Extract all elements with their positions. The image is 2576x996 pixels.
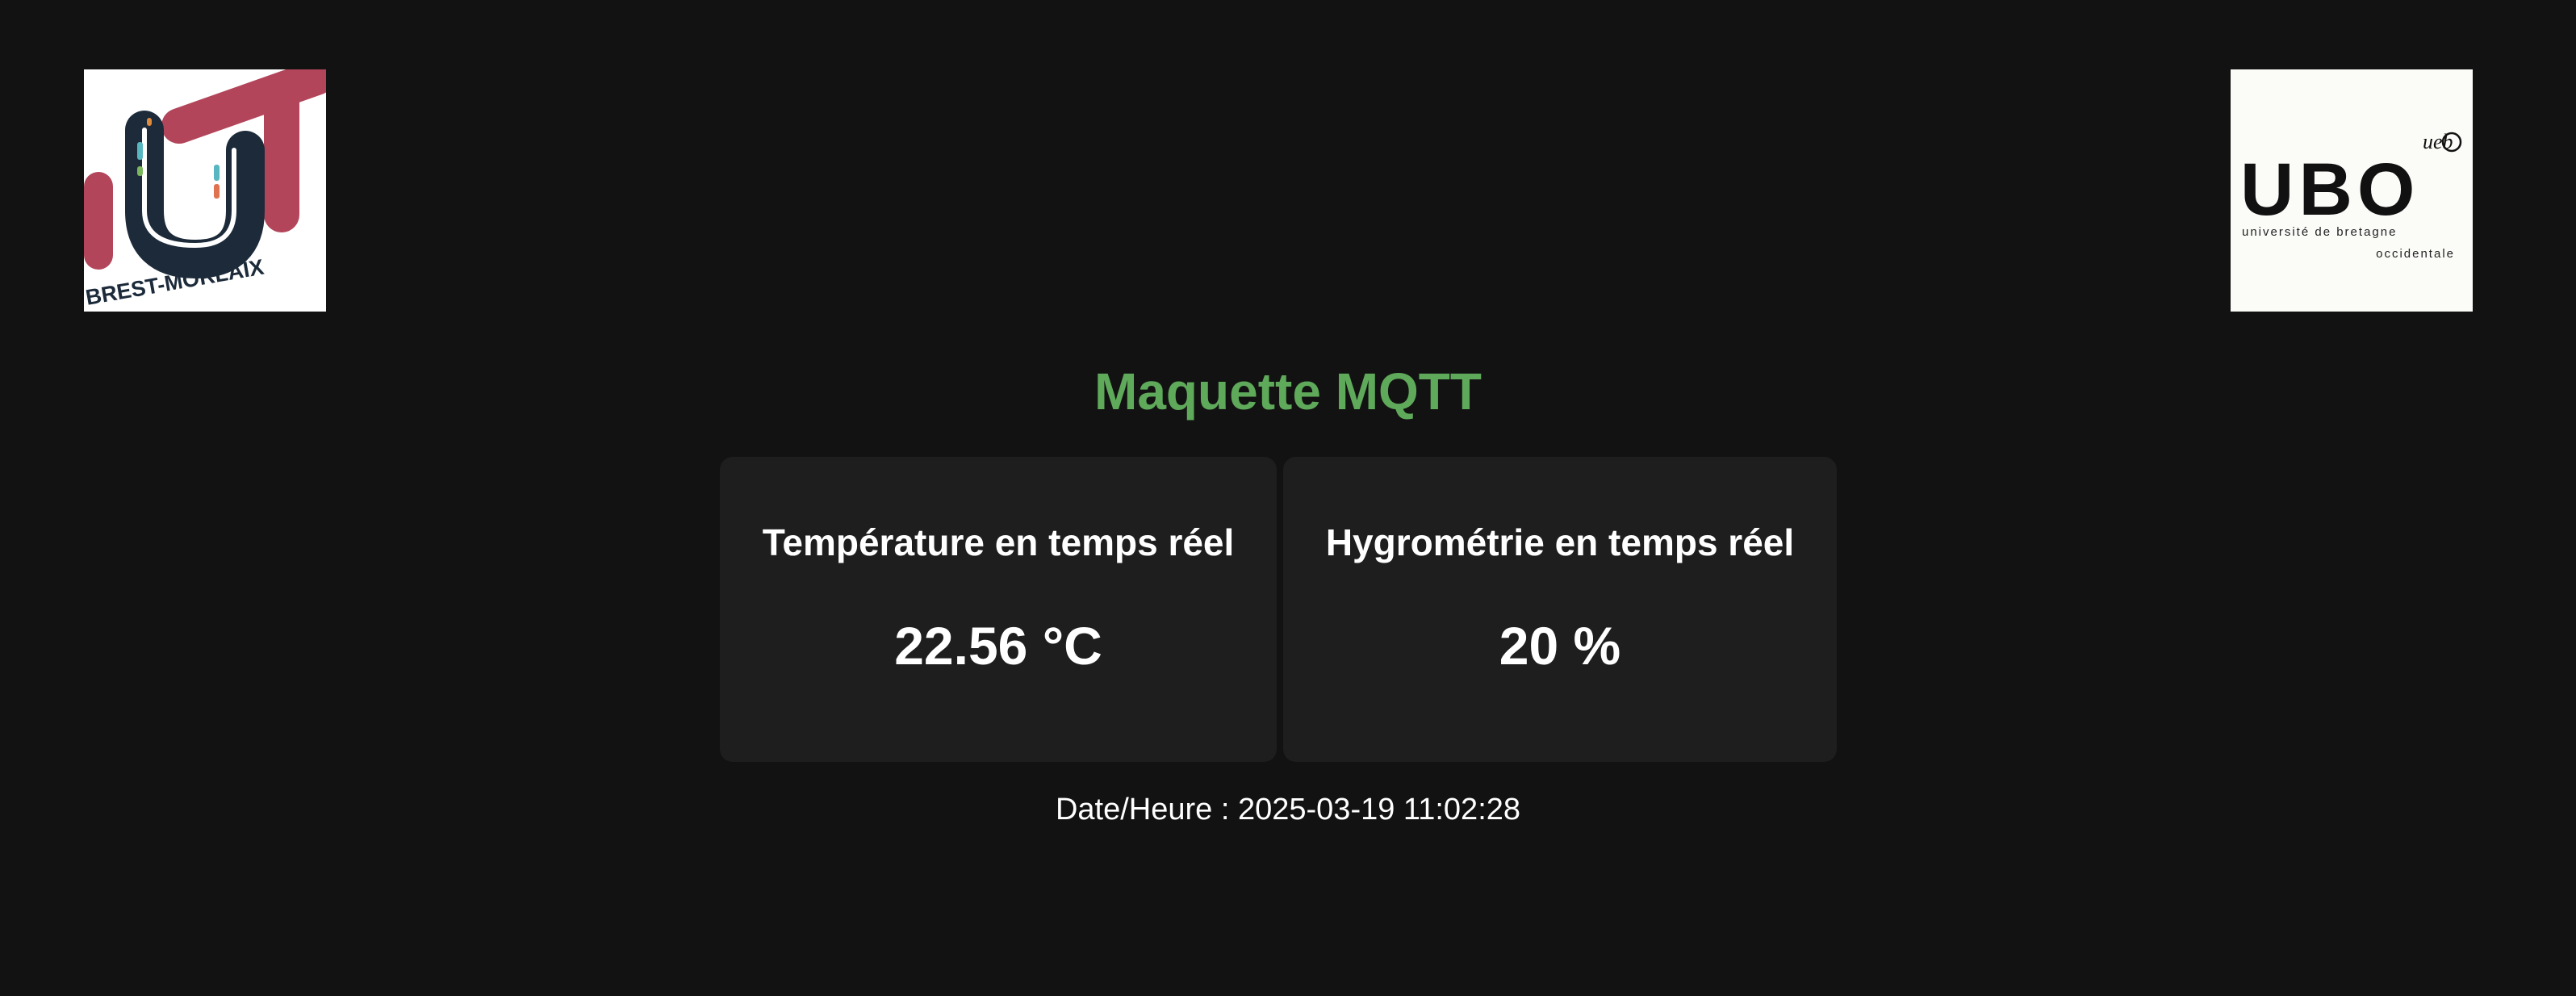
page-title: Maquette MQTT bbox=[1094, 362, 1482, 421]
ubo-logo: ueb UBO université de bretagne occidenta… bbox=[2231, 69, 2473, 312]
ubo-logo-graphic: ueb UBO université de bretagne occidenta… bbox=[2231, 69, 2473, 312]
dashboard-page: BREST-MORLAIX ueb UBO université de bret… bbox=[0, 0, 2576, 996]
ubo-caption-line2: occidentale bbox=[2376, 247, 2455, 261]
temperature-card: Température en temps réel 22.56 °C bbox=[720, 457, 1277, 762]
humidity-card: Hygrométrie en temps réel 20 % bbox=[1283, 457, 1837, 762]
ubo-wordmark: UBO bbox=[2240, 149, 2419, 231]
humidity-value: 20 % bbox=[1499, 616, 1621, 676]
temperature-value: 22.56 °C bbox=[894, 616, 1102, 676]
humidity-label: Hygrométrie en temps réel bbox=[1325, 521, 1795, 563]
datetime-readout: Date/Heure : 2025-03-19 11:02:28 bbox=[1055, 793, 1521, 827]
ubo-caption-line1: université de bretagne bbox=[2242, 225, 2397, 239]
sensor-cards: Température en temps réel 22.56 °C Hygro… bbox=[720, 457, 1837, 762]
temperature-label: Température en temps réel bbox=[762, 521, 1235, 563]
iut-logo-graphic: BREST-MORLAIX bbox=[84, 69, 326, 312]
iut-brest-morlaix-logo: BREST-MORLAIX bbox=[84, 69, 326, 312]
